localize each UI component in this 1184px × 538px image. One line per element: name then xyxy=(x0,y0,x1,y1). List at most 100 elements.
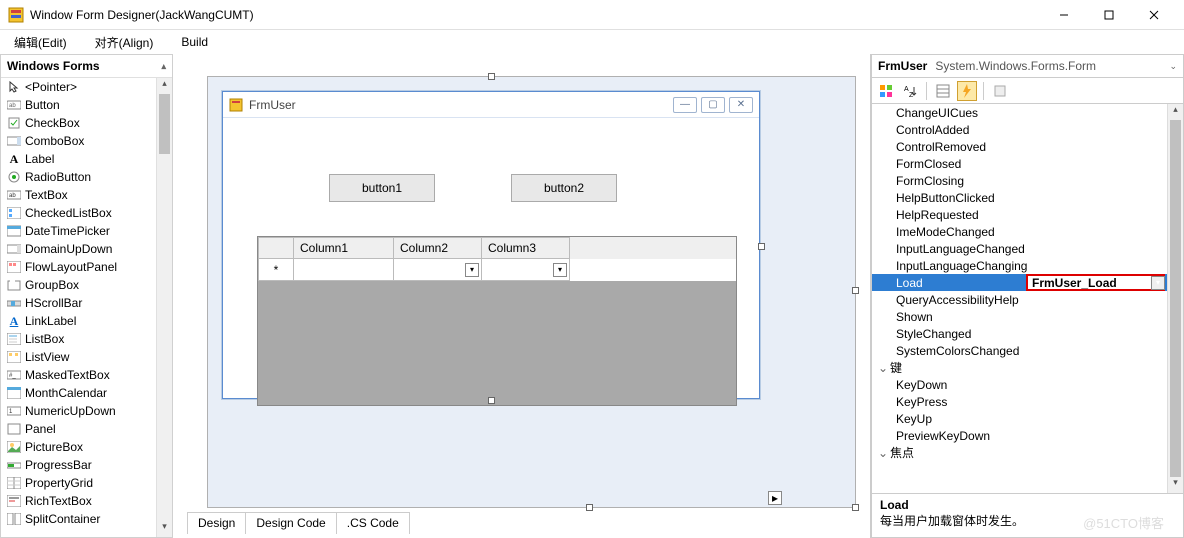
designed-form[interactable]: FrmUser — ▢ ✕ button1 button2 Column1 Co… xyxy=(222,91,760,399)
form-minimize-icon[interactable]: — xyxy=(673,97,697,113)
toolbox-item-combobox[interactable]: ComboBox xyxy=(1,132,156,150)
chevron-down-icon[interactable]: ⌄ xyxy=(876,446,890,460)
property-object-selector[interactable]: FrmUser System.Windows.Forms.Form ⌄ xyxy=(871,54,1184,78)
scroll-thumb[interactable] xyxy=(159,94,170,154)
toolbox-scrollbar[interactable]: ▴ ▾ xyxy=(156,78,172,537)
event-row[interactable]: QueryAccessibilityHelp xyxy=(872,291,1183,308)
toolbox-item-propertygrid[interactable]: PropertyGrid xyxy=(1,474,156,492)
maximize-button[interactable] xyxy=(1086,1,1131,29)
toolbox-item-domainupdown[interactable]: DomainUpDown xyxy=(1,240,156,258)
scroll-thumb[interactable] xyxy=(1170,120,1181,477)
toolbox-item-maskedtextbox[interactable]: #_MaskedTextBox xyxy=(1,366,156,384)
tab-design[interactable]: Design xyxy=(187,512,246,534)
tab-design-code[interactable]: Design Code xyxy=(245,512,336,534)
toolbox-item-textbox[interactable]: abTextBox xyxy=(1,186,156,204)
button1-control[interactable]: button1 xyxy=(329,174,435,202)
event-group-key[interactable]: ⌄键 xyxy=(872,359,1183,376)
event-row[interactable]: ImeModeChanged xyxy=(872,223,1183,240)
toolbox-item-hscrollbar[interactable]: HScrollBar xyxy=(1,294,156,312)
categorized-icon[interactable] xyxy=(876,81,896,101)
event-row[interactable]: Shown xyxy=(872,308,1183,325)
event-row[interactable]: InputLanguageChanging xyxy=(872,257,1183,274)
grid-col2[interactable]: Column2 xyxy=(394,237,482,259)
scroll-up-icon[interactable]: ▴ xyxy=(1168,104,1183,120)
menu-align[interactable]: 对齐(Align) xyxy=(95,34,154,51)
alphabetical-icon[interactable]: AZ xyxy=(900,81,920,101)
grid-cell[interactable] xyxy=(294,259,394,281)
scroll-up-icon[interactable]: ▴ xyxy=(157,78,172,94)
toolbox-item-radiobutton[interactable]: RadioButton xyxy=(1,168,156,186)
property-pages-icon[interactable] xyxy=(990,81,1010,101)
grid-col3[interactable]: Column3 xyxy=(482,237,570,259)
toolbox-item-button[interactable]: abButton xyxy=(1,96,156,114)
chevron-down-icon[interactable]: ▾ xyxy=(553,263,567,277)
chevron-down-icon[interactable]: ▾ xyxy=(1151,276,1165,290)
chevron-down-icon[interactable]: ⌄ xyxy=(1169,61,1177,72)
properties-icon[interactable] xyxy=(933,81,953,101)
toolbox-item-datetimepicker[interactable]: DateTimePicker xyxy=(1,222,156,240)
form-close-icon[interactable]: ✕ xyxy=(729,97,753,113)
resize-handle[interactable] xyxy=(488,73,495,80)
close-button[interactable] xyxy=(1131,1,1176,29)
event-row[interactable]: ControlRemoved xyxy=(872,138,1183,155)
button2-control[interactable]: button2 xyxy=(511,174,617,202)
form-body[interactable]: button1 button2 Column1 Column2 Column3 … xyxy=(223,118,759,398)
toolbox-item-pointer[interactable]: <Pointer> xyxy=(1,78,156,96)
selected-event-value[interactable]: FrmUser_Load xyxy=(1026,274,1165,291)
event-row[interactable]: PreviewKeyDown xyxy=(872,427,1183,444)
grid-cell-combo[interactable]: ▾ xyxy=(394,259,482,281)
grid-col1[interactable]: Column1 xyxy=(294,237,394,259)
event-row[interactable]: KeyPress xyxy=(872,393,1183,410)
grid-corner[interactable] xyxy=(258,237,294,259)
menu-build[interactable]: Build xyxy=(181,35,208,49)
events-icon[interactable] xyxy=(957,81,977,101)
event-row[interactable]: FormClosed xyxy=(872,155,1183,172)
toolbox-item-groupbox[interactable]: GroupBox xyxy=(1,276,156,294)
event-row[interactable]: SystemColorsChanged xyxy=(872,342,1183,359)
chevron-down-icon[interactable]: ⌄ xyxy=(876,361,890,375)
event-row[interactable]: FormClosing xyxy=(872,172,1183,189)
event-row[interactable]: KeyUp xyxy=(872,410,1183,427)
toolbox-item-richtextbox[interactable]: RichTextBox xyxy=(1,492,156,510)
event-row-selected[interactable]: Load FrmUser_Load ▾ xyxy=(872,274,1183,291)
event-row[interactable]: StyleChanged xyxy=(872,325,1183,342)
toolbox-item-listview[interactable]: ListView xyxy=(1,348,156,366)
resize-handle[interactable] xyxy=(758,243,765,250)
event-row[interactable]: InputLanguageChanged xyxy=(872,240,1183,257)
canvas-resize-handle[interactable] xyxy=(586,504,593,511)
tab-cs-code[interactable]: .CS Code xyxy=(336,512,410,534)
event-row[interactable]: HelpButtonClicked xyxy=(872,189,1183,206)
event-row[interactable]: ControlAdded xyxy=(872,121,1183,138)
toolbox-item-checkedlistbox[interactable]: CheckedListBox xyxy=(1,204,156,222)
scroll-down-icon[interactable]: ▾ xyxy=(1168,477,1183,493)
scroll-down-icon[interactable]: ▾ xyxy=(157,521,172,537)
toolbox-item-monthcalendar[interactable]: MonthCalendar xyxy=(1,384,156,402)
toolbox-item-panel[interactable]: Panel xyxy=(1,420,156,438)
canvas-resize-handle[interactable] xyxy=(852,504,859,511)
design-canvas[interactable]: FrmUser — ▢ ✕ button1 button2 Column1 Co… xyxy=(207,76,856,508)
toolbox-item-linklabel[interactable]: ALinkLabel xyxy=(1,312,156,330)
toolbox-item-listbox[interactable]: ListBox xyxy=(1,330,156,348)
menu-edit[interactable]: 编辑(Edit) xyxy=(14,34,67,51)
canvas-resize-handle[interactable] xyxy=(852,287,859,294)
toolbox-item-flowlayoutpanel[interactable]: FlowLayoutPanel xyxy=(1,258,156,276)
toolbox-item-label[interactable]: ALabel xyxy=(1,150,156,168)
toolbox-item-splitcontainer[interactable]: SplitContainer xyxy=(1,510,156,528)
form-maximize-icon[interactable]: ▢ xyxy=(701,97,725,113)
component-tray-glyph[interactable]: ▸ xyxy=(768,491,782,505)
toolbox-item-progressbar[interactable]: ProgressBar xyxy=(1,456,156,474)
event-row[interactable]: ChangeUICues xyxy=(872,104,1183,121)
event-row[interactable]: HelpRequested xyxy=(872,206,1183,223)
grid-cell-combo[interactable]: ▾ xyxy=(482,259,570,281)
toolbox-item-numericupdown[interactable]: 1NumericUpDown xyxy=(1,402,156,420)
events-scrollbar[interactable]: ▴ ▾ xyxy=(1167,104,1183,493)
minimize-button[interactable] xyxy=(1041,1,1086,29)
toolbox-item-checkbox[interactable]: CheckBox xyxy=(1,114,156,132)
event-group-focus[interactable]: ⌄焦点 xyxy=(872,444,1183,461)
datagridview-control[interactable]: Column1 Column2 Column3 * ▾ ▾ xyxy=(257,236,737,406)
event-row[interactable]: KeyDown xyxy=(872,376,1183,393)
chevron-down-icon[interactable]: ▾ xyxy=(465,263,479,277)
toolbox-item-picturebox[interactable]: PictureBox xyxy=(1,438,156,456)
resize-handle[interactable] xyxy=(488,397,495,404)
chevron-up-icon[interactable]: ▴ xyxy=(161,61,166,72)
